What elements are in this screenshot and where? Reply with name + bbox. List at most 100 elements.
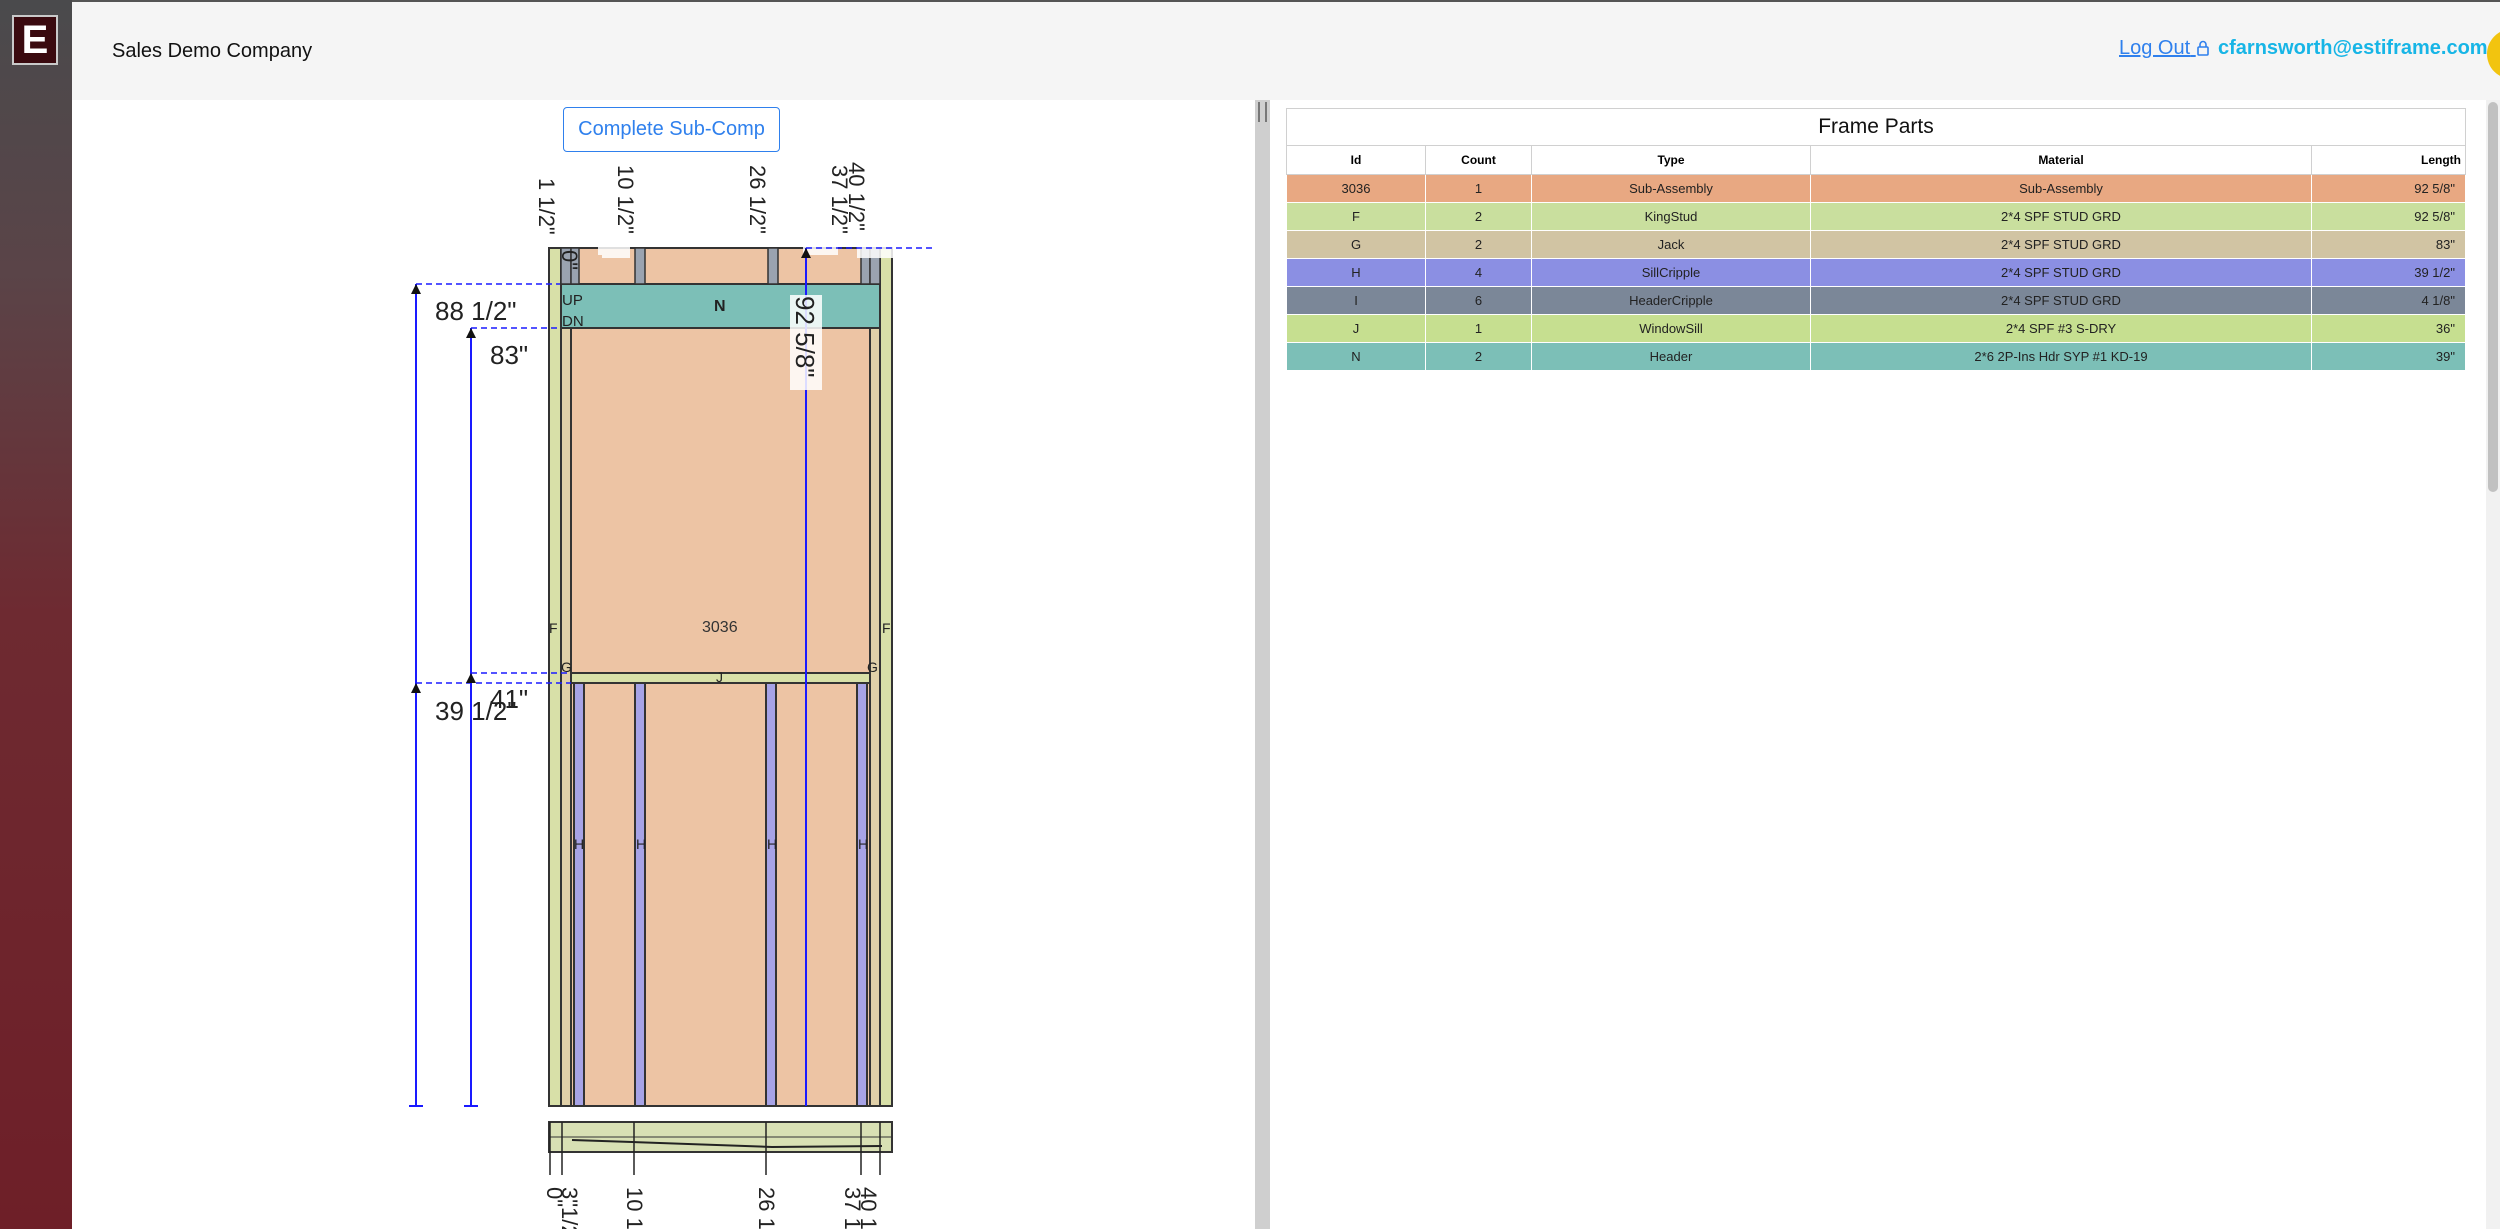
label-cripple: H <box>858 836 868 852</box>
height-dim: 41" <box>490 684 528 714</box>
col-id[interactable]: Id <box>1286 145 1426 175</box>
cell-length: 4 1/8" <box>2311 286 2466 315</box>
label-cripple: H <box>636 836 646 852</box>
col-length[interactable]: Length <box>2311 145 2466 175</box>
cell-material: Sub-Assembly <box>1810 174 2312 203</box>
cell-type: WindowSill <box>1531 314 1811 343</box>
top-dim: 40 1/2" <box>844 162 869 231</box>
table-row[interactable]: N 2 Header 2*6 2P-Ins Hdr SYP #1 KD-19 39" <box>1286 342 2466 371</box>
cell-count: 6 <box>1425 286 1532 315</box>
cell-count: 2 <box>1425 342 1532 371</box>
cell-type: HeaderCripple <box>1531 286 1811 315</box>
label-king-left: F <box>549 620 558 636</box>
cell-id: 3036 <box>1286 174 1426 203</box>
cell-id: N <box>1286 342 1426 371</box>
sill-cripple <box>634 682 646 1107</box>
cell-length: 39 1/2" <box>2311 258 2466 287</box>
lock-icon <box>2196 40 2209 56</box>
top-dim: 0" <box>557 250 582 270</box>
splitter-grip-icon[interactable] <box>1258 102 1267 122</box>
company-name: Sales Demo Company <box>112 40 313 62</box>
col-count[interactable]: Count <box>1425 145 1532 175</box>
jack-stud-left <box>560 327 572 1107</box>
height-dim: 88 1/2" <box>435 296 517 326</box>
frame-parts-table: Id Count Type Material Length 3036 1 Sub-A… <box>1286 145 2466 371</box>
table-row[interactable]: G 2 Jack 2*4 SPF STUD GRD 83" <box>1286 230 2466 259</box>
table-row[interactable]: H 4 SillCripple 2*4 SPF STUD GRD 39 1/2" <box>1286 258 2466 287</box>
frame-drawing: UP DN N 3036 J F F G G H H H H 0" 3"1/2"… <box>409 162 934 1229</box>
cell-length: 83" <box>2311 230 2466 259</box>
jack-stud-right <box>869 327 881 1107</box>
cell-material: 2*4 SPF #3 S-DRY <box>1810 314 2312 343</box>
cell-type: SillCripple <box>1531 258 1811 287</box>
bottom-dim: 26 1/2" <box>754 1187 779 1229</box>
cell-id: J <box>1286 314 1426 343</box>
top-dim: 26 1/2" <box>745 165 770 234</box>
table-header-row: Id Count Type Material Length <box>1286 145 2466 175</box>
sill-cripple <box>765 682 777 1107</box>
label-dn: DN <box>562 313 584 330</box>
table-row[interactable]: J 1 WindowSill 2*4 SPF #3 S-DRY 36" <box>1286 314 2466 343</box>
frame-parts-title: Frame Parts <box>1286 108 2466 145</box>
sill-cripple <box>856 682 868 1107</box>
cell-count: 1 <box>1425 174 1532 203</box>
cell-type: Sub-Assembly <box>1531 174 1811 203</box>
bottom-dim: 3"1/2" <box>557 1187 582 1229</box>
label-king-right: F <box>882 620 891 636</box>
label-subassembly: 3036 <box>702 619 738 636</box>
sill-cripple <box>573 682 585 1107</box>
label-header: N <box>714 298 726 315</box>
sidebar: E <box>0 0 72 1229</box>
cell-count: 4 <box>1425 258 1532 287</box>
cell-material: 2*4 SPF STUD GRD <box>1810 286 2312 315</box>
cell-count: 1 <box>1425 314 1532 343</box>
cell-material: 2*4 SPF STUD GRD <box>1810 258 2312 287</box>
col-material[interactable]: Material <box>1810 145 2312 175</box>
cell-id: F <box>1286 202 1426 231</box>
table-row[interactable]: F 2 KingStud 2*4 SPF STUD GRD 92 5/8" <box>1286 202 2466 231</box>
cell-type: Jack <box>1531 230 1811 259</box>
user-avatar[interactable]: CF <box>2487 29 2500 79</box>
table-row[interactable]: I 6 HeaderCripple 2*4 SPF STUD GRD 4 1/8" <box>1286 286 2466 315</box>
bottom-dim: 40 1/2" <box>856 1187 881 1229</box>
scrollbar-thumb[interactable] <box>2488 102 2498 492</box>
logo-letter: E <box>21 18 49 62</box>
header-cripple <box>634 247 646 285</box>
label-cripple: H <box>767 836 777 852</box>
frame-parts-panel: Frame Parts Id Count Type Material Lengt… <box>1286 108 2466 371</box>
bottom-dim: 10 1/2" <box>622 1187 647 1229</box>
col-type[interactable]: Type <box>1531 145 1811 175</box>
cell-id: I <box>1286 286 1426 315</box>
height-dim: 83" <box>490 340 528 370</box>
cell-material: 2*6 2P-Ins Hdr SYP #1 KD-19 <box>1810 342 2312 371</box>
king-stud-left <box>548 247 562 1107</box>
cell-id: G <box>1286 230 1426 259</box>
pane-splitter[interactable] <box>1255 100 1270 1229</box>
cell-count: 2 <box>1425 202 1532 231</box>
assembly-height-dim: 92 5/8" <box>790 296 820 378</box>
logout-label: Log Out <box>2119 37 2191 59</box>
user-email[interactable]: cfarnsworth@estiframe.com <box>2218 37 2488 60</box>
cell-material: 2*4 SPF STUD GRD <box>1810 230 2312 259</box>
cell-length: 36" <box>2311 314 2466 343</box>
app-logo[interactable]: E <box>12 15 58 65</box>
top-header: Sales Demo Company Log Out cfarnsworth@e… <box>72 0 2500 100</box>
table-row[interactable]: 3036 1 Sub-Assembly Sub-Assembly 92 5/8" <box>1286 174 2466 203</box>
top-dim: 1 1/2" <box>534 178 559 235</box>
cell-material: 2*4 SPF STUD GRD <box>1810 202 2312 231</box>
cell-id: H <box>1286 258 1426 287</box>
cell-type: Header <box>1531 342 1811 371</box>
drawing-pane: Complete Sub-Comp UP DN N 3036 J F F G G… <box>72 100 1255 1229</box>
label-sill: J <box>716 669 723 685</box>
cell-type: KingStud <box>1531 202 1811 231</box>
cell-length: 39" <box>2311 342 2466 371</box>
cell-length: 92 5/8" <box>2311 202 2466 231</box>
logout-link[interactable]: Log Out <box>2119 37 2210 60</box>
king-stud-right <box>879 247 893 1107</box>
header-cripple <box>767 247 779 285</box>
label-up: UP <box>562 292 583 309</box>
top-dim: 10 1/2" <box>613 165 638 234</box>
cell-count: 2 <box>1425 230 1532 259</box>
label-cripple: H <box>574 836 584 852</box>
label-jack-right: G <box>867 659 878 675</box>
